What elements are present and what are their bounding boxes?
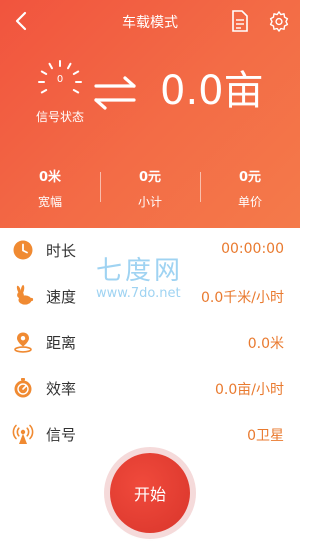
- satellite-signal-icon: [12, 424, 34, 444]
- efficiency-icon: [14, 378, 32, 398]
- efficiency-value: 0.0亩/小时: [215, 382, 284, 398]
- list-item-duration: 时长 00:00:00: [0, 228, 300, 274]
- stat-subtotal: 0元 小计: [110, 166, 190, 210]
- stat-divider: [100, 172, 101, 202]
- stat-subtotal-label: 小计: [137, 195, 162, 209]
- stat-subtotal-value: 0元: [138, 170, 162, 185]
- stat-unit-price-value: 0元: [238, 170, 262, 185]
- stat-width: 0米 宽幅: [10, 166, 90, 210]
- stat-unit-price: 0元 单价: [210, 166, 290, 210]
- signal-gauge-value: 0: [56, 74, 64, 85]
- swap-arrows-icon: [94, 76, 136, 110]
- efficiency-label: 效率: [46, 380, 77, 398]
- start-button[interactable]: 开始: [110, 453, 190, 533]
- stat-width-value: 0米: [38, 170, 62, 185]
- list-item-speed: 速度 0.0千米/小时: [0, 274, 300, 320]
- signal-label: 信号: [46, 426, 77, 444]
- document-icon[interactable]: [230, 9, 250, 33]
- stat-width-label: 宽幅: [37, 195, 62, 209]
- speed-label: 速度: [46, 288, 77, 306]
- list-item-distance: 距离 0.0米: [0, 320, 300, 366]
- rabbit-icon: [16, 285, 34, 305]
- list-item-signal: 信号 0卫星: [0, 412, 300, 458]
- signal-value: 0卫星: [247, 428, 284, 444]
- clock-icon: [13, 240, 33, 260]
- stat-divider: [200, 172, 201, 202]
- distance-value: 0.0米: [247, 336, 284, 352]
- header-panel: 车载模式 0 信号状态 0.0亩 0米 宽幅 0元 小计 0元 单价: [0, 0, 300, 228]
- gear-icon[interactable]: [268, 10, 290, 32]
- duration-value: 00:00:00: [221, 241, 284, 257]
- stat-unit-price-label: 单价: [237, 195, 262, 209]
- distance-label: 距离: [46, 334, 77, 352]
- duration-label: 时长: [46, 242, 77, 260]
- location-pin-icon: [14, 332, 32, 353]
- page-title: 车载模式: [122, 15, 178, 31]
- signal-status-label: 信号状态: [35, 110, 84, 124]
- area-value: 0.0亩: [160, 68, 264, 114]
- speed-value: 0.0千米/小时: [201, 290, 284, 306]
- top-bar: 车载模式: [0, 0, 300, 42]
- list-item-efficiency: 效率 0.0亩/小时: [0, 366, 300, 412]
